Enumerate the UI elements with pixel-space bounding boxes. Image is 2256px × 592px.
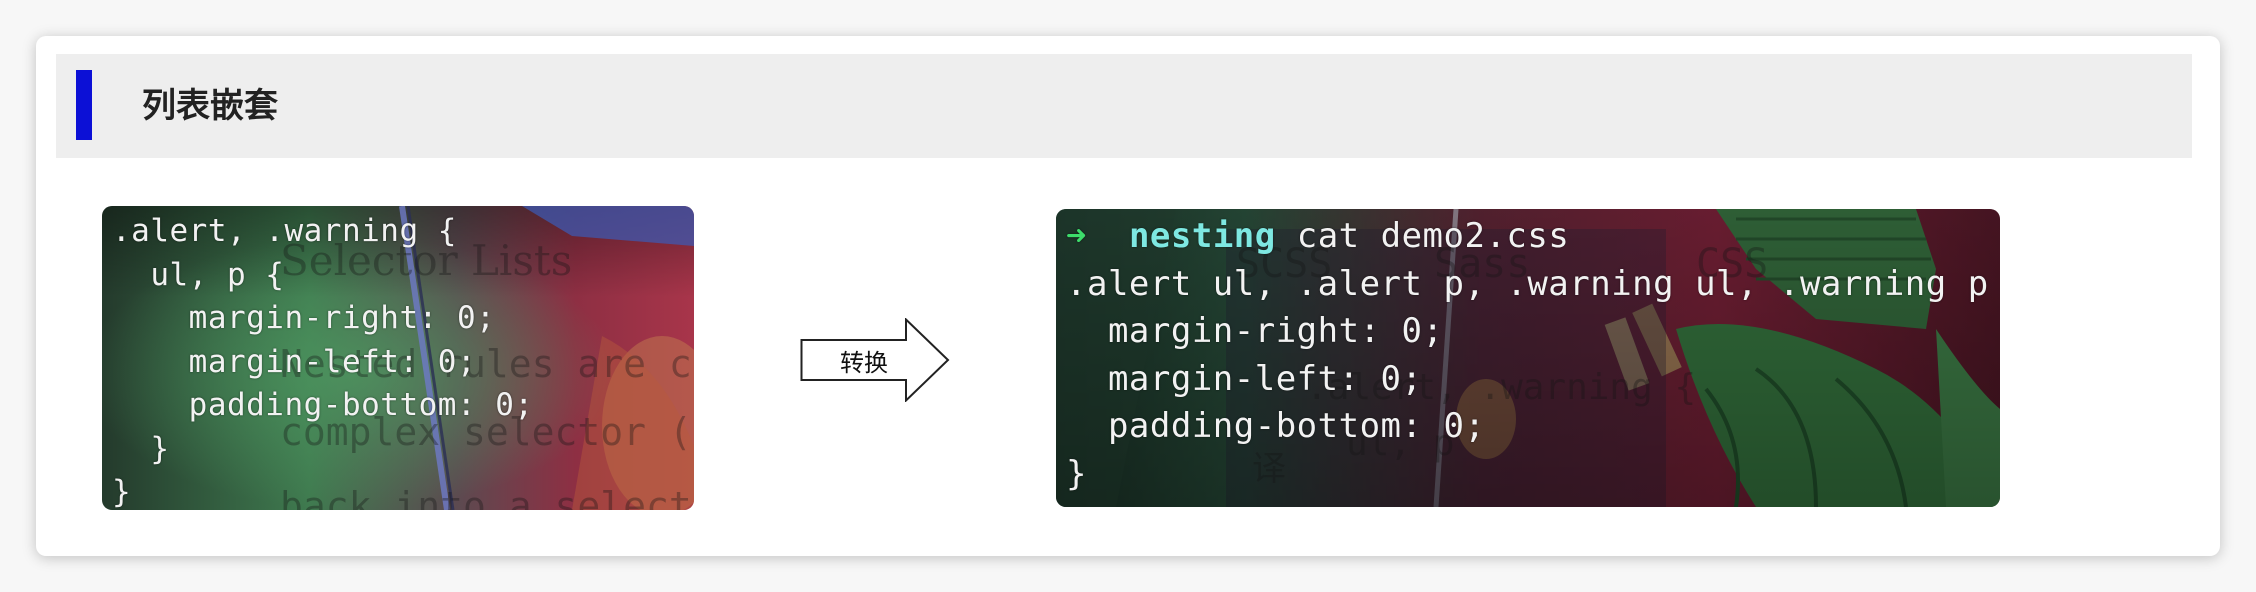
prompt-command: cat demo2.css xyxy=(1296,216,1570,256)
code-line: } xyxy=(1066,453,1087,494)
content-card: 列表嵌套 Selector Lists Nested rules are c c… xyxy=(36,36,2220,556)
code-line: padding-bottom: 0; xyxy=(1066,406,1486,446)
transform-label: 转换 xyxy=(840,348,888,377)
compiled-output-screenshot: SCSS Sass CSS .alert, .warning { ul, p 译… xyxy=(1056,209,2000,507)
code-block: .alert, .warning { ul, p { margin-right:… xyxy=(112,210,534,510)
code-line: margin-left: 0; xyxy=(1066,358,1423,399)
section-accent-bar xyxy=(76,70,92,140)
prompt-arrow-icon: ➜ xyxy=(1066,216,1087,256)
code-line: } xyxy=(112,474,132,510)
code-line: .alert, .warning { xyxy=(112,213,457,249)
code-line: margin-left: 0; xyxy=(112,343,477,380)
code-line: } xyxy=(112,430,170,467)
code-line: .alert ul, .alert p, .warning ul, .warni… xyxy=(1066,263,2000,304)
terminal-output: ➜ nesting cat demo2.css .alert ul, .aler… xyxy=(1066,213,2000,498)
code-line: ul, p { xyxy=(112,256,285,293)
transform-arrow: 转换 xyxy=(800,318,950,402)
code-line: margin-right: 0; xyxy=(1066,311,1444,351)
source-code-screenshot: Selector Lists Nested rules are clever c… xyxy=(102,206,694,510)
code-line: margin-right: 0; xyxy=(112,300,496,336)
section-header: 列表嵌套 xyxy=(56,54,2192,158)
prompt-directory: nesting xyxy=(1128,216,1276,256)
section-title: 列表嵌套 xyxy=(142,86,278,126)
code-line: padding-bottom: 0; xyxy=(112,387,534,423)
